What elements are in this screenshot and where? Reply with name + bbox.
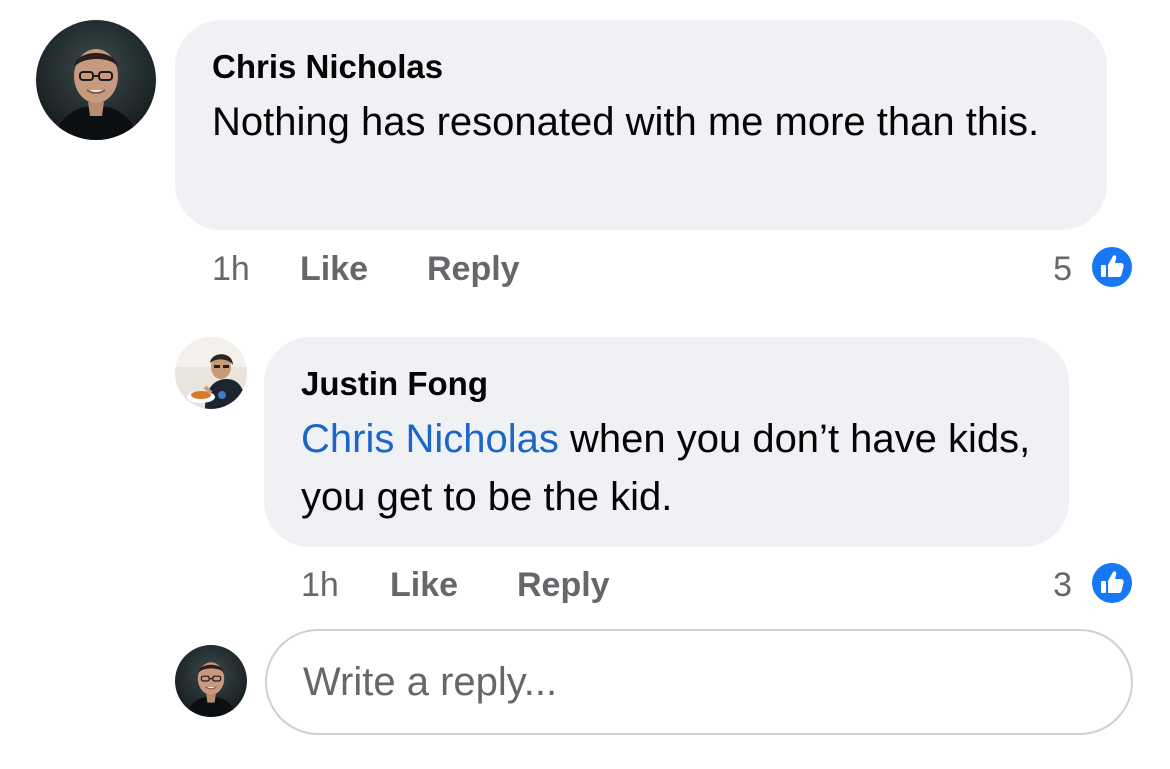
- reply-input[interactable]: [303, 631, 1083, 733]
- thumbs-up-icon[interactable]: [1089, 244, 1135, 290]
- like-button[interactable]: Like: [390, 565, 458, 605]
- comment-bubble: Chris Nicholas Nothing has resonated wit…: [175, 20, 1107, 230]
- avatar[interactable]: [175, 337, 247, 409]
- avatar[interactable]: [36, 20, 156, 140]
- comment-bubble: Justin Fong Chris Nicholas when you don’…: [264, 337, 1069, 547]
- like-button[interactable]: Like: [300, 249, 368, 289]
- thumbs-up-icon[interactable]: [1089, 560, 1135, 606]
- avatar: [175, 645, 247, 717]
- reply-button[interactable]: Reply: [427, 249, 520, 289]
- mention-link[interactable]: Chris Nicholas: [301, 417, 559, 461]
- reply-input-box[interactable]: [265, 629, 1133, 735]
- reaction-count[interactable]: 3: [1032, 565, 1072, 605]
- comment-text: Chris Nicholas when you don’t have kids,…: [301, 410, 1046, 526]
- comment-timestamp[interactable]: 1h: [212, 249, 250, 289]
- comment-author[interactable]: Chris Nicholas: [212, 47, 443, 87]
- profile-photo-icon: [36, 20, 156, 140]
- reaction-count[interactable]: 5: [1032, 249, 1072, 289]
- comment-author[interactable]: Justin Fong: [301, 364, 488, 404]
- comment-text: Nothing has resonated with me more than …: [212, 100, 1040, 144]
- profile-photo-icon: [175, 645, 247, 717]
- profile-photo-icon: [175, 337, 247, 409]
- reply-button[interactable]: Reply: [517, 565, 610, 605]
- comment-timestamp[interactable]: 1h: [301, 565, 339, 605]
